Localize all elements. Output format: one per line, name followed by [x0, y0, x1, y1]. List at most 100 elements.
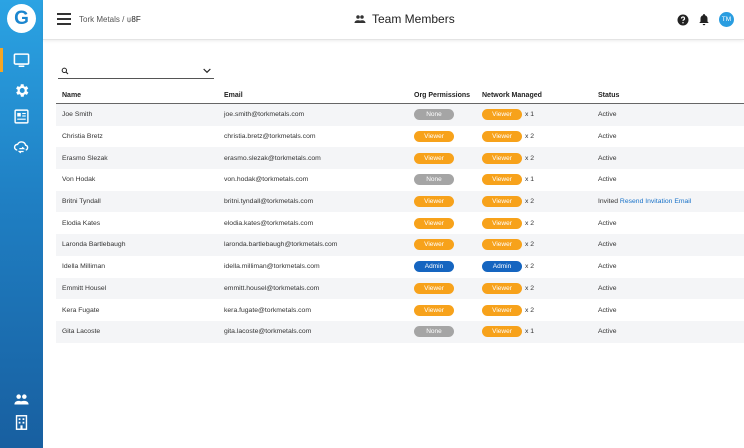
org-permission-badge[interactable]: None: [414, 326, 454, 338]
org-permission-badge[interactable]: Viewer: [414, 131, 454, 143]
org-permission-badge[interactable]: Viewer: [414, 239, 454, 251]
table-row[interactable]: Joe Smith joe.smith@torkmetals.com None Vie…: [56, 104, 744, 126]
help-icon[interactable]: [677, 14, 689, 26]
network-role-badge[interactable]: Viewer: [482, 304, 522, 316]
network-count: x 2: [525, 154, 535, 162]
sidebar: G: [0, 0, 43, 448]
status-text: Active: [598, 133, 617, 141]
status-text: Active: [598, 284, 617, 292]
network-role-badge[interactable]: Viewer: [482, 152, 522, 164]
sidebar-item-monitor[interactable]: [0, 46, 43, 74]
monitor-icon: [13, 52, 30, 67]
network-count: x 2: [525, 133, 535, 141]
sidebar-item-reports[interactable]: [0, 102, 43, 130]
report-icon: [14, 108, 29, 124]
org-permission-badge[interactable]: Viewer: [414, 304, 454, 316]
status-text: Active: [598, 263, 617, 271]
member-email: von.hodak@torkmetals.com: [224, 176, 309, 184]
member-name: Von Hodak: [62, 176, 96, 184]
network-role-badge[interactable]: Viewer: [482, 131, 522, 143]
column-header-org-permissions[interactable]: Org Permissions: [409, 92, 477, 99]
search-icon: [61, 67, 69, 75]
table-row[interactable]: Emmitt Housel emmitt.housel@torkmetals.co…: [56, 277, 744, 300]
network-count: x 1: [525, 111, 535, 119]
users-icon: [354, 15, 366, 23]
network-role-badge[interactable]: Viewer: [482, 326, 522, 338]
search-field[interactable]: [58, 64, 214, 79]
search-input[interactable]: [81, 66, 191, 76]
table-row[interactable]: Gita Lacoste gita.lacoste@torkmetals.com N…: [56, 320, 744, 343]
member-name: Joe Smith: [62, 111, 93, 119]
table-row[interactable]: Erasmo Slezak erasmo.slezak@torkmetals.co…: [56, 147, 744, 170]
member-email: emmitt.housel@torkmetals.com: [224, 284, 320, 292]
avatar[interactable]: TM: [719, 12, 734, 27]
table-row[interactable]: Britni Tyndall britni.tyndall@torkmetals.…: [56, 190, 744, 213]
member-name: Christia Bretz: [62, 133, 103, 141]
table-row[interactable]: Idella Milliman idella.milliman@torkmetal…: [56, 256, 744, 278]
member-email: christia.bretz@torkmetals.com: [224, 133, 316, 141]
member-email: joe.smith@torkmetals.com: [224, 111, 305, 119]
app-logo[interactable]: G: [7, 4, 36, 33]
member-email: laronda.bartlebaugh@torkmetals.com: [224, 241, 338, 249]
org-permission-badge[interactable]: Viewer: [414, 217, 454, 229]
network-count: x 1: [525, 176, 535, 184]
network-role-badge[interactable]: Viewer: [482, 196, 522, 208]
org-permission-badge[interactable]: Viewer: [414, 152, 454, 164]
network-count: x 2: [525, 284, 535, 292]
network-count: x 2: [525, 306, 535, 314]
building-icon: [15, 414, 28, 430]
users-icon: [14, 393, 29, 404]
top-header: Tork Metals / ⍦8F Team Members TM: [43, 0, 744, 40]
status-text: Active: [598, 111, 617, 119]
table-row[interactable]: Kera Fugate kera.fugate@torkmetals.com Vie…: [56, 299, 744, 321]
network-count: x 2: [525, 241, 535, 249]
network-role-badge[interactable]: Viewer: [482, 239, 522, 251]
member-email: gita.lacoste@torkmetals.com: [224, 328, 312, 336]
org-permission-badge[interactable]: None: [414, 174, 454, 186]
member-name: Erasmo Slezak: [62, 154, 108, 162]
column-header-network-managed[interactable]: Network Managed: [477, 92, 594, 99]
table-row[interactable]: Christia Bretz christia.bretz@torkmetals.…: [56, 126, 744, 148]
breadcrumb-site[interactable]: 8F: [131, 15, 140, 24]
org-permission-badge[interactable]: Admin: [414, 261, 454, 273]
member-name: Britni Tyndall: [62, 198, 101, 206]
network-role-badge[interactable]: Admin: [482, 261, 522, 273]
sidebar-item-cloud-sync[interactable]: [0, 132, 43, 160]
breadcrumb: Tork Metals / ⍦8F: [79, 15, 141, 25]
column-header-email[interactable]: Email: [218, 92, 409, 99]
member-name: Elodia Kates: [62, 219, 101, 227]
network-count: x 2: [525, 198, 535, 206]
network-role-badge[interactable]: Viewer: [482, 282, 522, 294]
network-role-badge[interactable]: Viewer: [482, 174, 522, 186]
page-title-text: Team Members: [372, 12, 455, 26]
column-header-status[interactable]: Status: [594, 92, 744, 99]
member-email: idella.milliman@torkmetals.com: [224, 263, 320, 271]
status-text: Active: [598, 219, 617, 227]
table-body: Joe Smith joe.smith@torkmetals.com None Vie…: [56, 104, 744, 343]
menu-icon[interactable]: [57, 13, 71, 25]
org-permission-badge[interactable]: None: [414, 109, 454, 121]
member-email: elodia.kates@torkmetals.com: [224, 219, 314, 227]
chevron-down-icon[interactable]: [203, 68, 211, 74]
network-role-badge[interactable]: Viewer: [482, 217, 522, 229]
sidebar-item-organization[interactable]: [0, 408, 43, 436]
member-name: Kera Fugate: [62, 306, 100, 314]
member-email: erasmo.slezak@torkmetals.com: [224, 154, 321, 162]
column-header-name[interactable]: Name: [56, 92, 218, 99]
bell-icon[interactable]: [698, 13, 710, 26]
member-email: kera.fugate@torkmetals.com: [224, 306, 311, 314]
network-role-badge[interactable]: Viewer: [482, 109, 522, 121]
org-permission-badge[interactable]: Viewer: [414, 282, 454, 294]
table-row[interactable]: Von Hodak von.hodak@torkmetals.com None Vie…: [56, 169, 744, 191]
resend-invitation-link[interactable]: Resend Invitation Email: [620, 198, 691, 205]
page-title: Team Members: [354, 12, 455, 26]
sidebar-item-settings[interactable]: [0, 76, 43, 104]
header-actions: TM: [677, 12, 734, 27]
table-row[interactable]: Laronda Bartlebaugh laronda.bartlebaugh@t…: [56, 234, 744, 256]
network-count: x 2: [525, 263, 535, 271]
table-row[interactable]: Elodia Kates elodia.kates@torkmetals.com V…: [56, 212, 744, 234]
org-permission-badge[interactable]: Viewer: [414, 196, 454, 208]
table-header: Name Email Org Permissions Network Manag…: [56, 88, 744, 104]
network-count: x 2: [525, 219, 535, 227]
breadcrumb-org[interactable]: Tork Metals /: [79, 15, 124, 24]
